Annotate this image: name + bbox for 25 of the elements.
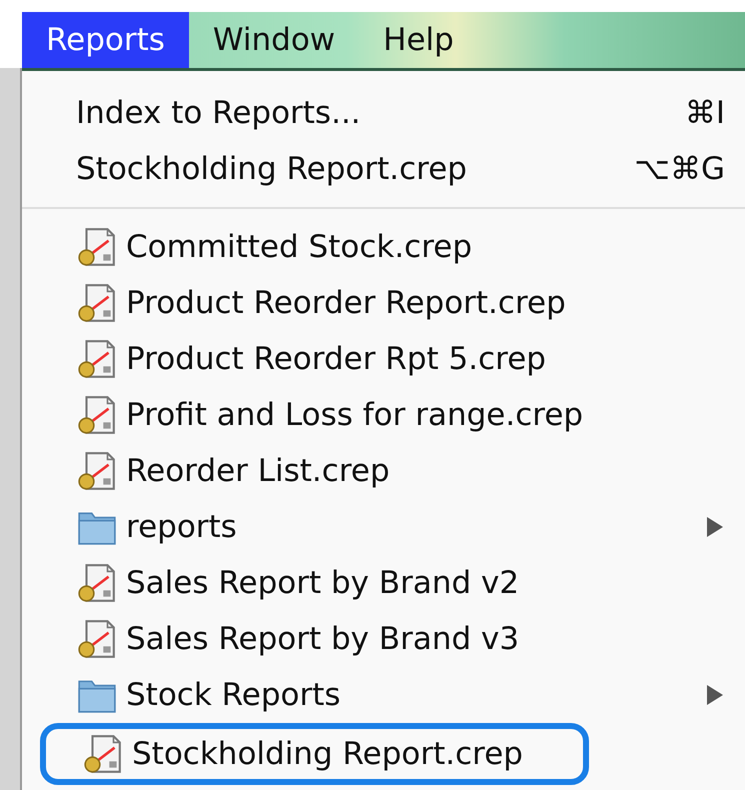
menu-item[interactable]: Sales Report by Brand v2	[22, 555, 745, 611]
menu-item[interactable]: reports	[22, 499, 745, 555]
menu-item[interactable]: Stockholding Report.crep	[40, 723, 589, 785]
keyboard-shortcut: ⌥⌘G	[634, 151, 725, 187]
menu-item[interactable]: Reorder List.crep	[22, 443, 745, 499]
menu-item[interactable]: Stock Reports	[22, 667, 745, 723]
menu-bar-item[interactable]: Reports	[22, 12, 189, 68]
report-document-icon	[76, 226, 118, 268]
report-document-icon	[76, 338, 118, 380]
keyboard-shortcut: ⌘I	[684, 95, 725, 131]
menu-item[interactable]: Profit and Loss for range.crep	[22, 387, 745, 443]
menu-item[interactable]: Product Reorder Report.crep	[22, 275, 745, 331]
menu-item[interactable]: Committed Stock.crep	[22, 219, 745, 275]
report-document-icon	[76, 450, 118, 492]
report-document-icon	[76, 618, 118, 660]
menu-item[interactable]: Product Reorder Rpt 5.crep	[22, 331, 745, 387]
menu-item[interactable]: Sales Report by Brand v3	[22, 611, 745, 667]
menu-bar-item[interactable]: Help	[359, 12, 478, 68]
report-document-icon	[82, 733, 124, 775]
report-document-icon	[76, 282, 118, 324]
menu-item[interactable]: Index to Reports... ⌘I	[22, 85, 745, 141]
menu-item[interactable]: Stockholding Report.crep ⌥⌘G	[22, 141, 745, 197]
report-document-icon	[76, 562, 118, 604]
report-document-icon	[76, 394, 118, 436]
menu-bar-item[interactable]: Window	[188, 12, 360, 68]
